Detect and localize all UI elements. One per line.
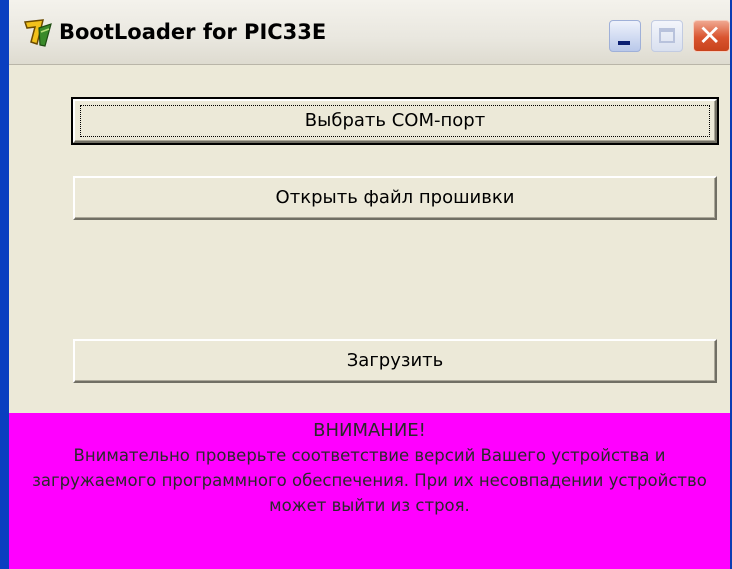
open-firmware-label: Открыть файл прошивки [275,187,515,208]
upload-button[interactable]: Загрузить [73,339,717,383]
close-button[interactable]: ✕ [693,20,730,52]
title-bar[interactable]: BootLoader for PIC33E ✕ [9,0,730,65]
maximize-button[interactable] [651,20,683,52]
upload-label: Загрузить [346,350,444,371]
window-title: BootLoader for PIC33E [59,20,327,44]
select-com-port-button[interactable]: Выбрать COM-порт [71,97,719,145]
app-icon [23,18,53,48]
maximize-icon [659,28,675,43]
warning-panel: ВНИМАНИЕ! Внимательно проверьте соответс… [9,413,730,569]
warning-text: Внимательно проверьте соответствие верси… [32,446,707,515]
warning-heading: ВНИМАНИЕ! [313,420,426,441]
select-com-port-label: Выбрать COM-порт [304,110,486,131]
minimize-button[interactable] [609,20,641,52]
app-window: BootLoader for PIC33E ✕ Выбрать COM-порт… [0,0,732,569]
close-icon: ✕ [698,19,722,52]
minimize-icon [618,41,630,45]
open-firmware-button[interactable]: Открыть файл прошивки [73,176,717,220]
